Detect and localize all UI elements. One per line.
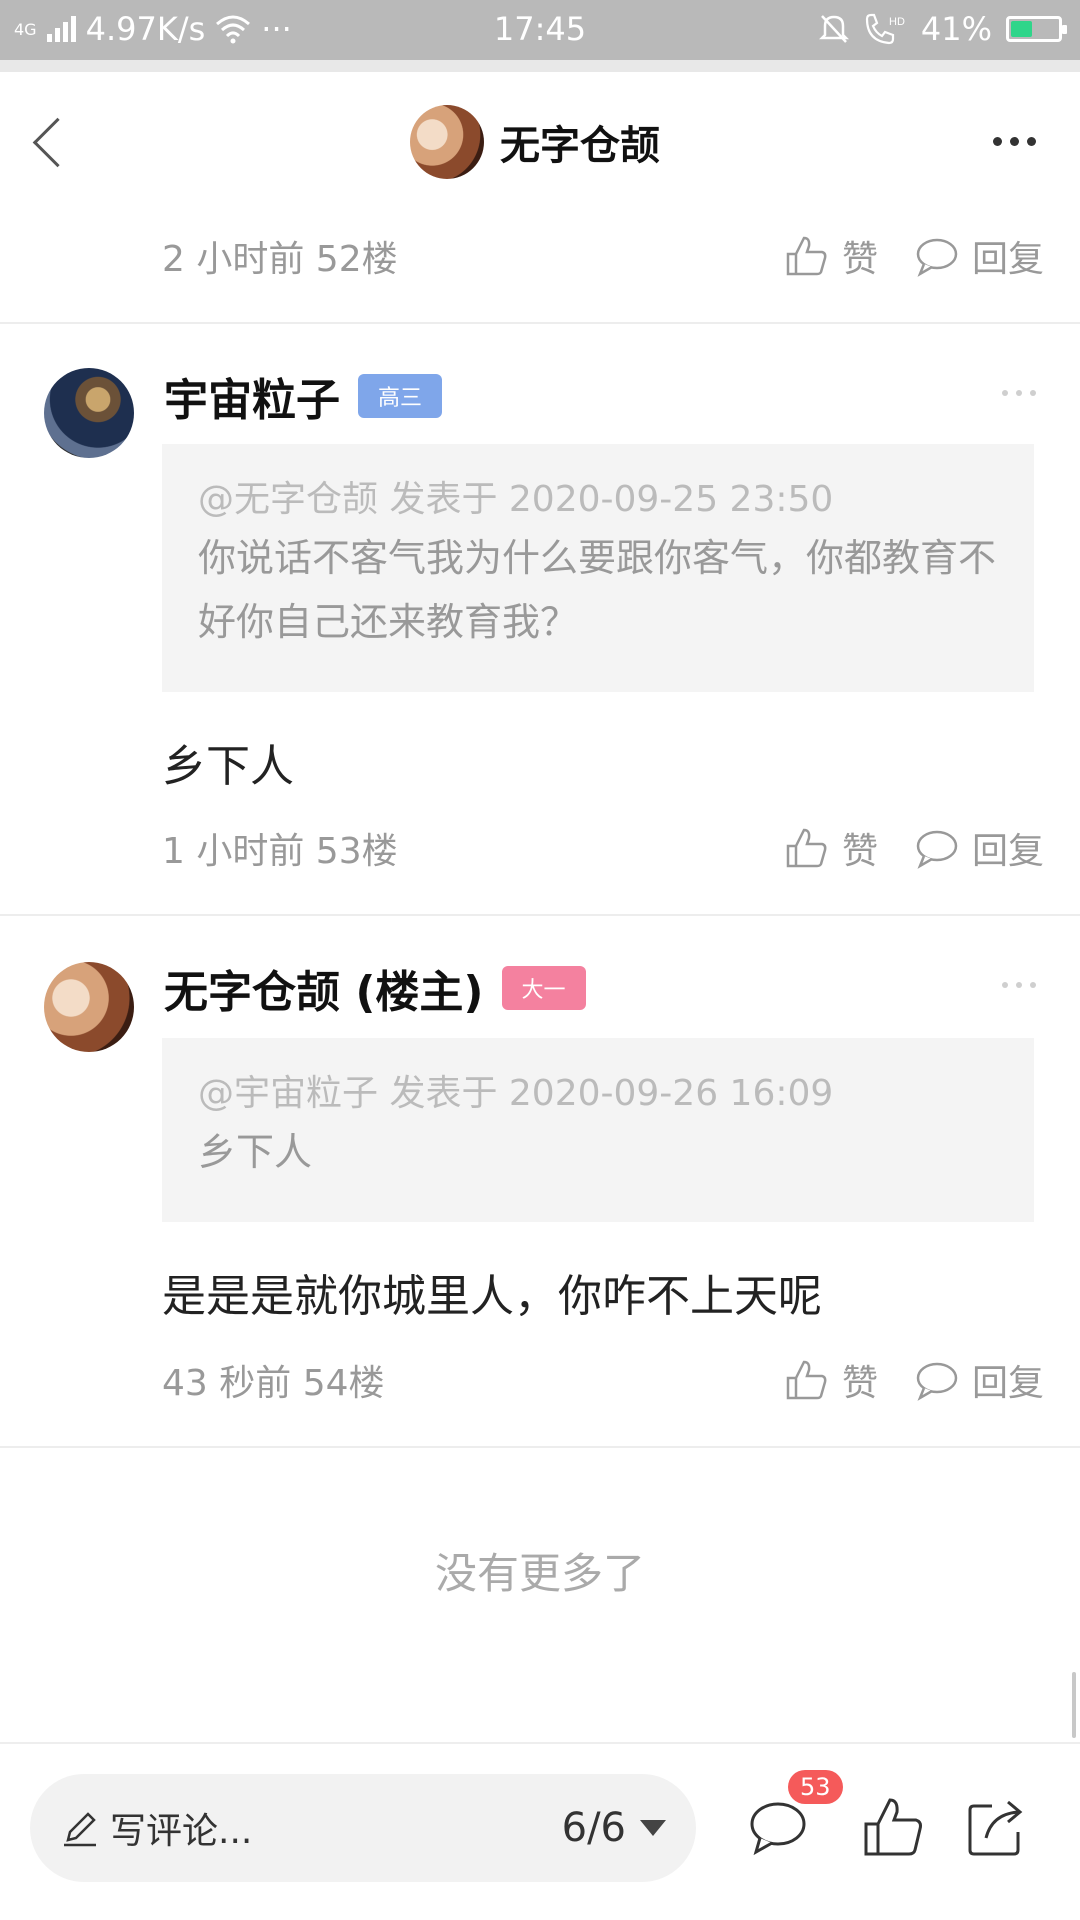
commenter-avatar[interactable] — [44, 962, 134, 1052]
like-label: 赞 — [841, 1363, 878, 1404]
quote-body: 乡下人 — [198, 1130, 313, 1174]
comment-meta: 2 小时前 52楼 — [162, 239, 398, 280]
username: 宇宙粒子 — [164, 375, 340, 426]
pen-icon — [64, 1812, 96, 1847]
bottom-bar: 写评论... 6/6 53 — [0, 1742, 1080, 1920]
comment-meta: 43 秒前 54楼 — [162, 1363, 385, 1404]
comment-bubble-icon — [916, 830, 958, 869]
dropdown-triangle-icon — [640, 1820, 666, 1836]
grade-badge: 大一 — [501, 966, 586, 1010]
thread-header: 无字仓颉 — [0, 72, 1080, 212]
grade-badge: 高三 — [358, 374, 443, 418]
commenter-name[interactable]: 宇宙粒子 高三 — [164, 364, 443, 428]
more-horizontal-icon[interactable] — [993, 137, 1036, 146]
commenter-avatar[interactable] — [44, 368, 134, 458]
author-title[interactable]: 无字仓颉 — [410, 105, 660, 179]
reply-button[interactable]: 回复 — [912, 822, 1044, 874]
status-bar: 4G 4.97K/s ··· 17:45 HD 41% — [0, 0, 1080, 60]
divider — [0, 1446, 1080, 1448]
quote-header: @宇宙粒子 发表于 2020-09-26 16:09 — [198, 1073, 834, 1114]
status-gap — [0, 60, 1080, 72]
comment-bubble-icon — [916, 238, 958, 277]
comment-item: 宇宙粒子 高三 @无字仓颉 发表于 2020-09-25 23:50 你说话不客… — [0, 324, 1080, 914]
comment-count-badge: 53 — [788, 1770, 843, 1804]
comment-input[interactable]: 写评论... 6/6 — [30, 1774, 696, 1882]
quoted-comment: @无字仓颉 发表于 2020-09-25 23:50 你说话不客气我为什么要跟你… — [162, 444, 1034, 692]
page-title: 无字仓颉 — [500, 123, 660, 169]
comment-more-icon[interactable] — [1002, 390, 1036, 396]
thumb-up-icon — [786, 828, 827, 868]
battery-fill — [1011, 21, 1032, 37]
username: 无字仓颉 (楼主) — [164, 967, 484, 1018]
like-thread-button[interactable] — [858, 1792, 928, 1862]
chevron-left-icon[interactable] — [30, 117, 70, 167]
end-of-list-note: 没有更多了 — [434, 1549, 645, 1598]
comment-item: 无字仓颉 (楼主) 大一 @宇宙粒子 发表于 2020-09-26 16:09 … — [0, 916, 1080, 1446]
quote-body: 你说话不客气我为什么要跟你客气，你都教育不好你自己还来教育我？ — [198, 536, 997, 644]
share-button[interactable] — [962, 1792, 1032, 1862]
comment-bubble-icon — [916, 1362, 958, 1401]
author-avatar[interactable] — [410, 105, 484, 179]
page-selector[interactable]: 6/6 — [562, 1805, 666, 1851]
reply-label: 回复 — [971, 239, 1044, 280]
comments-button[interactable]: 53 — [744, 1770, 843, 1862]
like-icon — [864, 1798, 922, 1856]
comment-text: 乡下人 — [162, 741, 294, 792]
comment-footer: 43 秒前 54楼 赞 回复 — [162, 1350, 1044, 1410]
like-button[interactable]: 赞 — [782, 1354, 878, 1406]
like-label: 赞 — [841, 831, 878, 872]
page-number: 6/6 — [561, 1805, 626, 1851]
reply-button[interactable]: 回复 — [912, 230, 1044, 282]
battery-icon — [1006, 16, 1067, 42]
svg-text:HD: HD — [889, 16, 905, 28]
reply-label: 回复 — [971, 831, 1044, 872]
comment-placeholder: 写评论... — [110, 1811, 253, 1852]
like-label: 赞 — [841, 239, 878, 280]
thumb-up-icon — [786, 236, 827, 276]
mute-bell-icon — [818, 15, 849, 43]
previous-comment-meta: 2 小时前 52楼 赞 回复 — [162, 226, 1044, 286]
hd-call-icon: HD — [865, 13, 905, 45]
quote-header: @无字仓颉 发表于 2020-09-25 23:50 — [198, 479, 834, 520]
reply-button[interactable]: 回复 — [912, 1354, 1044, 1406]
comment-footer: 1 小时前 53楼 赞 回复 — [162, 818, 1044, 878]
comment-meta: 1 小时前 53楼 — [162, 831, 398, 872]
like-button[interactable]: 赞 — [782, 822, 878, 874]
battery-percent: 41% — [920, 10, 992, 48]
thumb-up-icon — [786, 1360, 827, 1400]
share-icon — [968, 1800, 1023, 1856]
quoted-comment: @宇宙粒子 发表于 2020-09-26 16:09 乡下人 — [162, 1038, 1034, 1222]
reply-label: 回复 — [971, 1363, 1044, 1404]
scrollbar[interactable] — [1072, 1672, 1076, 1738]
like-button[interactable]: 赞 — [782, 230, 878, 282]
comment-more-icon[interactable] — [1002, 982, 1036, 988]
commenter-name[interactable]: 无字仓颉 (楼主) 大一 — [164, 956, 586, 1020]
comment-text: 是是是就你城里人，你咋不上天呢 — [162, 1271, 822, 1322]
